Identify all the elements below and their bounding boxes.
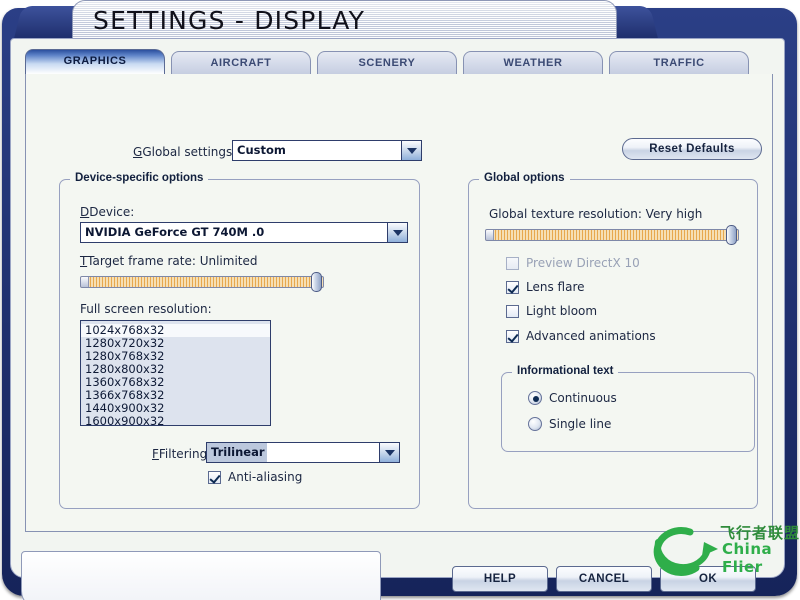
chevron-down-icon[interactable]: [379, 443, 399, 462]
filtering-label-text: Filtering:: [158, 447, 212, 461]
help-button-label: HELP: [483, 573, 517, 585]
help-button[interactable]: HELP: [452, 566, 548, 592]
preview-directx10-checkbox-row[interactable]: Preview DirectX 10: [506, 256, 640, 270]
anti-aliasing-checkbox-row[interactable]: Anti-aliasing: [208, 470, 302, 484]
filtering-value: Trilinear: [207, 443, 267, 462]
global-settings-label-text: Global settings:: [142, 145, 237, 159]
anti-aliasing-label: Anti-aliasing: [228, 470, 303, 484]
lens-flare-checkbox-row[interactable]: Lens flare: [506, 280, 585, 294]
checkbox-icon[interactable]: [506, 280, 519, 294]
watermark: 飞行者联盟 China Flier: [648, 518, 800, 580]
cancel-button[interactable]: CANCEL: [556, 566, 652, 592]
reset-defaults-button[interactable]: Reset Defaults: [622, 138, 762, 160]
slider-track: [485, 229, 739, 241]
checkbox-icon[interactable]: [506, 304, 519, 318]
chevron-down-icon[interactable]: [387, 223, 407, 242]
tab-graphics-label: GRAPHICS: [63, 55, 127, 67]
light-bloom-checkbox-row[interactable]: Light bloom: [506, 304, 597, 318]
checkbox-icon[interactable]: [506, 329, 519, 343]
global-settings-value: Custom: [237, 143, 286, 157]
global-settings-label: GGlobal settings:: [133, 145, 237, 159]
tab-weather-label: WEATHER: [503, 57, 563, 69]
advanced-animations-checkbox-row[interactable]: Advanced animations: [506, 329, 656, 343]
advanced-animations-label: Advanced animations: [526, 329, 656, 343]
tab-graphics[interactable]: GRAPHICS: [25, 49, 165, 74]
light-bloom-label: Light bloom: [526, 304, 598, 318]
informational-text-group: Informational text Continuous Single lin…: [501, 365, 755, 452]
tab-traffic-label: TRAFFIC: [653, 57, 705, 69]
reset-defaults-label: Reset Defaults: [649, 143, 735, 155]
preview-directx10-label: Preview DirectX 10: [526, 256, 640, 270]
target-frame-rate-text: Target frame rate: Unlimited: [87, 254, 258, 268]
filtering-label: FFiltering:: [152, 447, 212, 461]
full-screen-resolution-label: Full screen resolution:: [80, 302, 212, 316]
global-options-legend: Global options: [479, 172, 570, 184]
status-tray: [21, 551, 381, 600]
graphics-tab-panel: GGlobal settings: Custom Reset Defaults …: [25, 74, 773, 532]
global-texture-resolution-label: Global texture resolution: Very high: [489, 207, 702, 221]
global-options-group: Global options Global texture resolution…: [468, 172, 758, 509]
lens-flare-label: Lens flare: [526, 280, 585, 294]
tab-aircraft-label: AIRCRAFT: [210, 57, 272, 69]
window-title: SETTINGS - DISPLAY: [93, 6, 366, 35]
chevron-down-icon[interactable]: [401, 141, 421, 160]
global-texture-resolution-text: Global texture resolution: Very high: [489, 207, 703, 221]
global-settings-combo[interactable]: Custom: [232, 140, 422, 161]
full-screen-resolution-text: Full screen resolution:: [80, 302, 212, 316]
device-specific-options-group: Device-specific options DDevice: NVIDIA …: [59, 172, 420, 509]
informational-text-legend: Informational text: [512, 365, 619, 377]
radio-single-line-label: Single line: [549, 417, 612, 431]
watermark-english-text: China Flier: [722, 540, 773, 576]
radio-continuous-row[interactable]: Continuous: [528, 391, 617, 405]
tab-aircraft[interactable]: AIRCRAFT: [171, 51, 311, 74]
slider-thumb[interactable]: [311, 272, 322, 292]
radio-single-line-row[interactable]: Single line: [528, 417, 611, 431]
window-titlebar: SETTINGS - DISPLAY: [72, 0, 617, 39]
target-frame-rate-slider[interactable]: [80, 272, 324, 292]
window-body: GRAPHICS AIRCRAFT SCENERY WEATHER TRAFFI…: [10, 38, 785, 600]
settings-display-window: SETTINGS - DISPLAY GRAPHICS AIRCRAFT SCE…: [0, 0, 800, 600]
device-label-text: Device:: [89, 205, 135, 219]
checkbox-icon[interactable]: [208, 470, 221, 484]
device-specific-options-legend: Device-specific options: [70, 172, 209, 184]
resolution-listbox[interactable]: 1024x768x32 1280x720x32 1280x768x32 1280…: [80, 320, 271, 426]
tab-scenery[interactable]: SCENERY: [317, 51, 457, 74]
device-combo[interactable]: NVIDIA GeForce GT 740M .0: [80, 222, 408, 243]
slider-track: [80, 276, 324, 288]
radio-icon[interactable]: [528, 417, 542, 431]
tab-strip: GRAPHICS AIRCRAFT SCENERY WEATHER TRAFFI…: [25, 49, 773, 74]
tab-scenery-label: SCENERY: [358, 57, 416, 69]
filtering-combo[interactable]: Trilinear: [206, 442, 400, 463]
cancel-button-label: CANCEL: [578, 573, 630, 585]
checkbox-icon[interactable]: [506, 256, 519, 270]
radio-continuous-label: Continuous: [549, 391, 617, 405]
device-label: DDevice:: [80, 205, 135, 219]
radio-icon[interactable]: [528, 391, 542, 405]
global-texture-slider[interactable]: [485, 225, 739, 245]
list-item[interactable]: 1600x900x32: [81, 415, 270, 426]
device-value: NVIDIA GeForce GT 740M .0: [85, 225, 265, 239]
target-frame-rate-label: TTarget frame rate: Unlimited: [80, 254, 258, 268]
tab-traffic[interactable]: TRAFFIC: [609, 51, 749, 74]
tab-weather[interactable]: WEATHER: [463, 51, 603, 74]
slider-thumb[interactable]: [726, 225, 737, 245]
